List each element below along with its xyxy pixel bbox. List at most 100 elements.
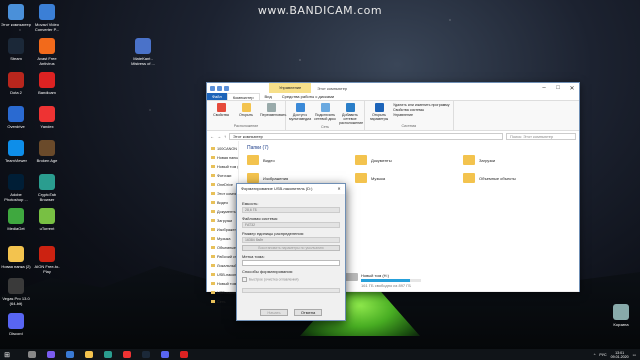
app-icon [8,174,24,190]
desktop-icon[interactable]: Bandicam [32,72,62,95]
format-dialog-titlebar[interactable]: Форматирование USB-накопитель (D:) ✕ [237,184,345,194]
quick-access-toolbar[interactable] [207,85,229,91]
discord-icon[interactable] [161,351,169,358]
desktop-icon[interactable]: Корзина [606,304,636,327]
desktop-icon[interactable]: CryptoTab Browser [32,174,62,202]
explorer-titlebar[interactable]: Управление Этот компьютер – □ ✕ [207,83,579,93]
context-tab-manage[interactable]: Управление [269,83,312,93]
start-button[interactable]: Начать [260,309,288,316]
notifications-icon[interactable]: ▭ [633,353,636,357]
search-icon[interactable] [28,351,36,358]
nav-item[interactable]: Сеть [207,298,238,307]
folder-item[interactable]: Музыка [355,172,463,184]
nav-item[interactable]: Новый том (Н:) [207,163,238,172]
desktop-icon[interactable]: Yandex [32,106,62,129]
nav-item[interactable]: Новая папка [207,154,238,163]
start-button[interactable]: ⊞ [0,351,14,359]
tab-view[interactable]: Вид [260,93,277,100]
desktop-icon[interactable]: AION Free-to-Play [32,246,62,274]
desktop-icon[interactable]: Adobe Photoshop ... [1,174,31,202]
nav-item[interactable]: Фоточки [207,172,238,181]
nav-item[interactable]: Музыка [207,235,238,244]
folders-header[interactable]: Папки (7) [247,145,571,151]
bandicam-icon[interactable] [180,351,188,358]
desktop-icon[interactable]: uTorrent [32,208,62,231]
filesystem-select[interactable]: FAT32 [242,222,340,228]
folder-icon[interactable] [210,85,215,91]
ribbon-group-location: Свойства Открыть Переименовать Расположе… [207,101,286,130]
desktop-icon[interactable]: Dota 2 [1,72,31,95]
yandex-icon[interactable] [123,351,131,358]
desktop-icon[interactable]: Avast Free Antivirus [32,38,62,66]
chevron-up-icon[interactable]: ^ [594,353,596,357]
steam-icon[interactable] [142,351,150,358]
up-icon[interactable]: ↑ [224,134,226,139]
properties-button[interactable]: Свойства [210,103,232,117]
folder-item[interactable]: Загрузки [463,154,571,166]
nav-item[interactable]: Рабочий стол [207,253,238,262]
maximize-icon[interactable]: □ [551,85,565,92]
nav-item[interactable]: Новый том (Н:) [207,280,238,289]
folder-item[interactable]: Видео [247,154,355,166]
nav-item[interactable]: Локальный диск [207,262,238,271]
nav-item[interactable]: Изображения [207,226,238,235]
restore-defaults-button[interactable]: Восстановить параметры по умолчанию [242,245,340,251]
map-drive-button[interactable]: Подключить сетевой диск [314,103,336,125]
minimize-icon[interactable]: – [537,85,551,92]
close-icon[interactable]: ✕ [333,184,345,194]
desktop-icon[interactable]: Movavi Video Converter P... [32,4,62,32]
file-explorer-icon[interactable] [85,351,93,358]
desktop-icon[interactable]: MediaGet [1,208,31,231]
address-bar[interactable]: Этот компьютер [229,132,503,140]
desktop-icon[interactable]: Overdrive [1,106,31,129]
desktop-icon[interactable]: Этот компьютер [1,4,31,27]
nav-item[interactable]: Объемные объекты [207,244,238,253]
forward-icon[interactable]: → [217,134,221,139]
tab-drive-tools[interactable]: Средства работы с дисками [277,93,339,100]
properties-icon[interactable] [217,85,222,91]
folder-open-icon [241,103,251,112]
tab-file[interactable]: Файл [207,93,227,100]
quick-format-checkbox[interactable]: Быстрое (очистка оглавления) [242,277,340,282]
nav-item[interactable]: 100CANON [207,145,238,154]
back-icon[interactable]: ← [210,134,214,139]
clock[interactable]: 13:01 09.01.2020 [611,351,629,359]
browser-icon[interactable] [66,351,74,358]
store-icon[interactable] [104,351,112,358]
nav-item[interactable]: Документы [207,208,238,217]
cortana-icon[interactable] [47,351,55,358]
desktop-icon[interactable]: Broken Age [32,140,62,163]
search-input[interactable]: Поиск: Этот компьютер [506,132,576,140]
nav-item[interactable]: USB-накопитель [207,289,238,298]
folder-item[interactable]: Объемные объекты [463,172,571,184]
cluster-size-select[interactable]: 16384 байт [242,237,340,243]
folder-item[interactable]: Документы [355,154,463,166]
desktop-icon-label: MateKant - Mistress of ... [131,56,155,66]
add-network-location-button[interactable]: Добавить сетевое расположение [339,103,363,125]
open-settings-button[interactable]: Открыть параметры [368,103,390,121]
nav-item[interactable]: OneDrive [207,181,238,190]
nav-item[interactable]: USB-накопитель [207,271,238,280]
desktop-icon[interactable]: Steam [1,38,31,61]
new-folder-icon[interactable] [224,85,229,91]
media-access-button[interactable]: Доступ к мультимедиа [289,103,311,125]
language-indicator[interactable]: РУС [599,353,606,357]
drive-item[interactable]: Новый том (Н:) 161 ГБ свободно из 897 ГБ [344,273,421,288]
folder-label: Документы [371,157,392,163]
nav-item[interactable]: Видео [207,199,238,208]
capacity-select[interactable]: 28,6 ГБ [242,207,340,213]
tab-computer[interactable]: Компьютер [226,93,260,100]
volume-label-input[interactable] [242,260,340,266]
desktop-icon[interactable]: Discord [1,313,31,336]
desktop-icon[interactable]: MateKant - Mistress of ... [128,38,158,66]
manage-link[interactable]: Управление [393,113,450,118]
desktop-icon[interactable]: TeamViewer [1,140,31,163]
cancel-button[interactable]: Отмена [294,309,322,316]
desktop-icon[interactable]: Vegas Pro 13.0 (64-bit) [1,278,31,306]
nav-item[interactable]: Этот компьютер [207,190,238,199]
close-icon[interactable]: ✕ [565,85,579,92]
open-button[interactable]: Открыть [235,103,257,117]
rename-button[interactable]: Переименовать [260,103,286,117]
desktop-icon[interactable]: Новая папка (2) [1,246,31,269]
nav-item[interactable]: Загрузки [207,217,238,226]
